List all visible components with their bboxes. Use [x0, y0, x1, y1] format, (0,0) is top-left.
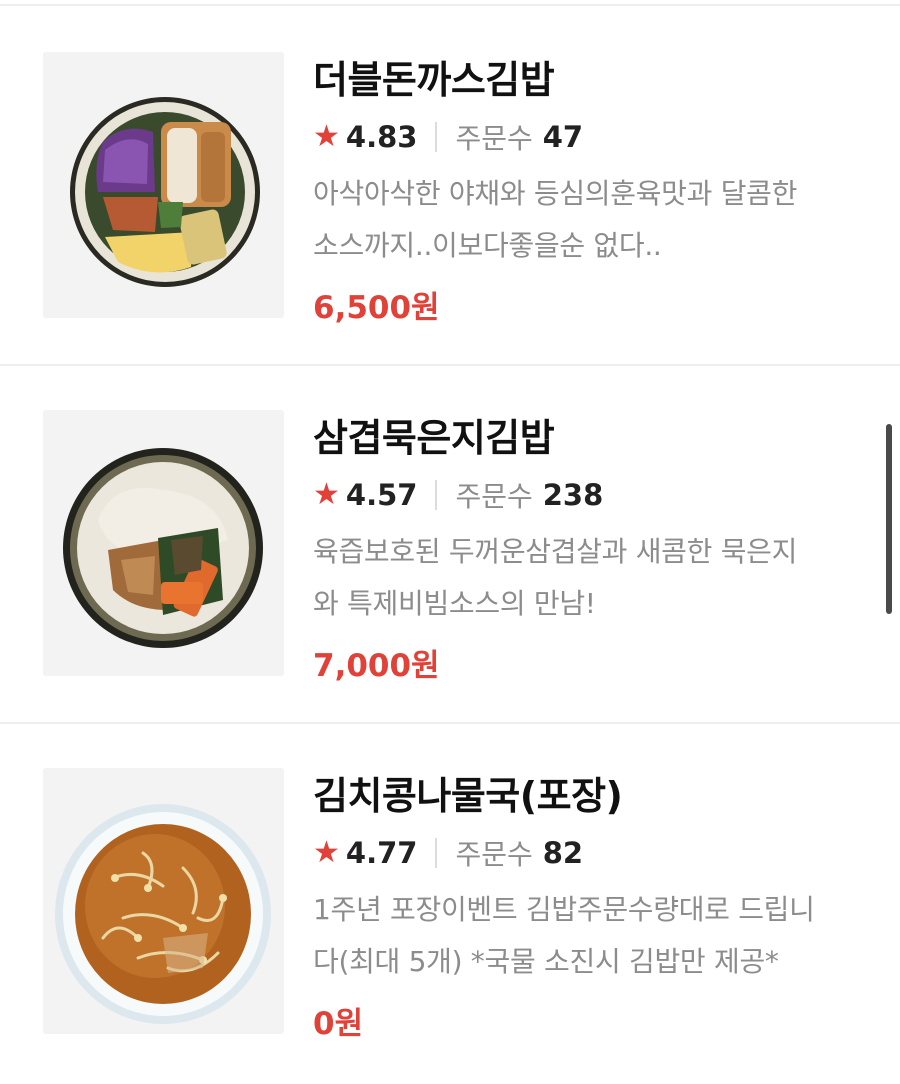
order-count-value: 47 [542, 120, 584, 154]
rating-value: 4.77 [345, 836, 418, 870]
star-icon: ★ [313, 477, 340, 512]
soup-bowl-image [43, 768, 284, 1034]
meta-separator [435, 838, 438, 868]
menu-item-image [43, 52, 284, 318]
menu-item-name: 김치콩나물국(포장) [313, 774, 623, 818]
star-icon: ★ [313, 119, 340, 154]
menu-item-meta: ★ 4.83 주문수 47 [313, 112, 873, 162]
menu-item-price: 7,000원 [313, 648, 440, 684]
menu-item-image [43, 410, 284, 676]
order-count-value: 82 [542, 836, 584, 870]
menu-item-price: 6,500원 [313, 290, 440, 326]
menu-item-image [43, 768, 284, 1034]
star-icon: ★ [313, 835, 340, 870]
menu-item-info: 삼겹묵은지김밥 ★ 4.57 주문수 238 육즙보호된 두꺼운삼겹살과 새콤한… [313, 410, 873, 688]
rating-value: 4.57 [345, 478, 418, 512]
order-count-label: 주문수 [455, 480, 533, 513]
order-count-value: 238 [542, 478, 604, 512]
menu-item[interactable]: 삼겹묵은지김밥 ★ 4.57 주문수 238 육즙보호된 두꺼운삼겹살과 새콤한… [0, 364, 900, 724]
menu-item-info: 김치콩나물국(포장) ★ 4.77 주문수 82 1주년 포장이벤트 김밥주문수… [313, 768, 873, 1046]
description-line: 아삭아삭한 야채와 등심의훈육맛과 달콤한 [313, 177, 798, 210]
scrollbar[interactable] [886, 424, 892, 614]
rating-value: 4.83 [345, 120, 418, 154]
menu-item[interactable]: 김치콩나물국(포장) ★ 4.77 주문수 82 1주년 포장이벤트 김밥주문수… [0, 722, 900, 1082]
description-line: 소스까지..이보다좋을순 없다.. [313, 229, 662, 262]
menu-item-name: 삼겹묵은지김밥 [313, 416, 555, 460]
kimbap-image [43, 52, 284, 318]
kimbap-image [43, 410, 284, 676]
menu-item-description: 아삭아삭한 야채와 등심의훈육맛과 달콤한 소스까지..이보다좋을순 없다.. [313, 168, 873, 272]
menu-item[interactable]: 더블돈까스김밥 ★ 4.83 주문수 47 아삭아삭한 야채와 등심의훈육맛과 … [0, 6, 900, 366]
meta-separator [435, 122, 438, 152]
menu-item-meta: ★ 4.77 주문수 82 [313, 828, 873, 878]
menu-item-info: 더블돈까스김밥 ★ 4.83 주문수 47 아삭아삭한 야채와 등심의훈육맛과 … [313, 52, 873, 330]
order-count-label: 주문수 [455, 838, 533, 871]
description-line: 1주년 포장이벤트 김밥주문수량대로 드립니 [313, 893, 815, 926]
order-count-label: 주문수 [455, 122, 533, 155]
menu-item-description: 육즙보호된 두꺼운삼겹살과 새콤한 묵은지 와 특제비빔소스의 만남! [313, 526, 873, 630]
description-line: 와 특제비빔소스의 만남! [313, 587, 596, 620]
description-line: 다(최대 5개) *국물 소진시 김밥만 제공* [313, 945, 779, 978]
menu-item-price: 0원 [313, 1006, 364, 1042]
menu-item-description: 1주년 포장이벤트 김밥주문수량대로 드립니 다(최대 5개) *국물 소진시 … [313, 884, 873, 988]
menu-item-meta: ★ 4.57 주문수 238 [313, 470, 873, 520]
menu-item-name: 더블돈까스김밥 [313, 58, 555, 102]
meta-separator [435, 480, 438, 510]
description-line: 육즙보호된 두꺼운삼겹살과 새콤한 묵은지 [313, 535, 798, 568]
